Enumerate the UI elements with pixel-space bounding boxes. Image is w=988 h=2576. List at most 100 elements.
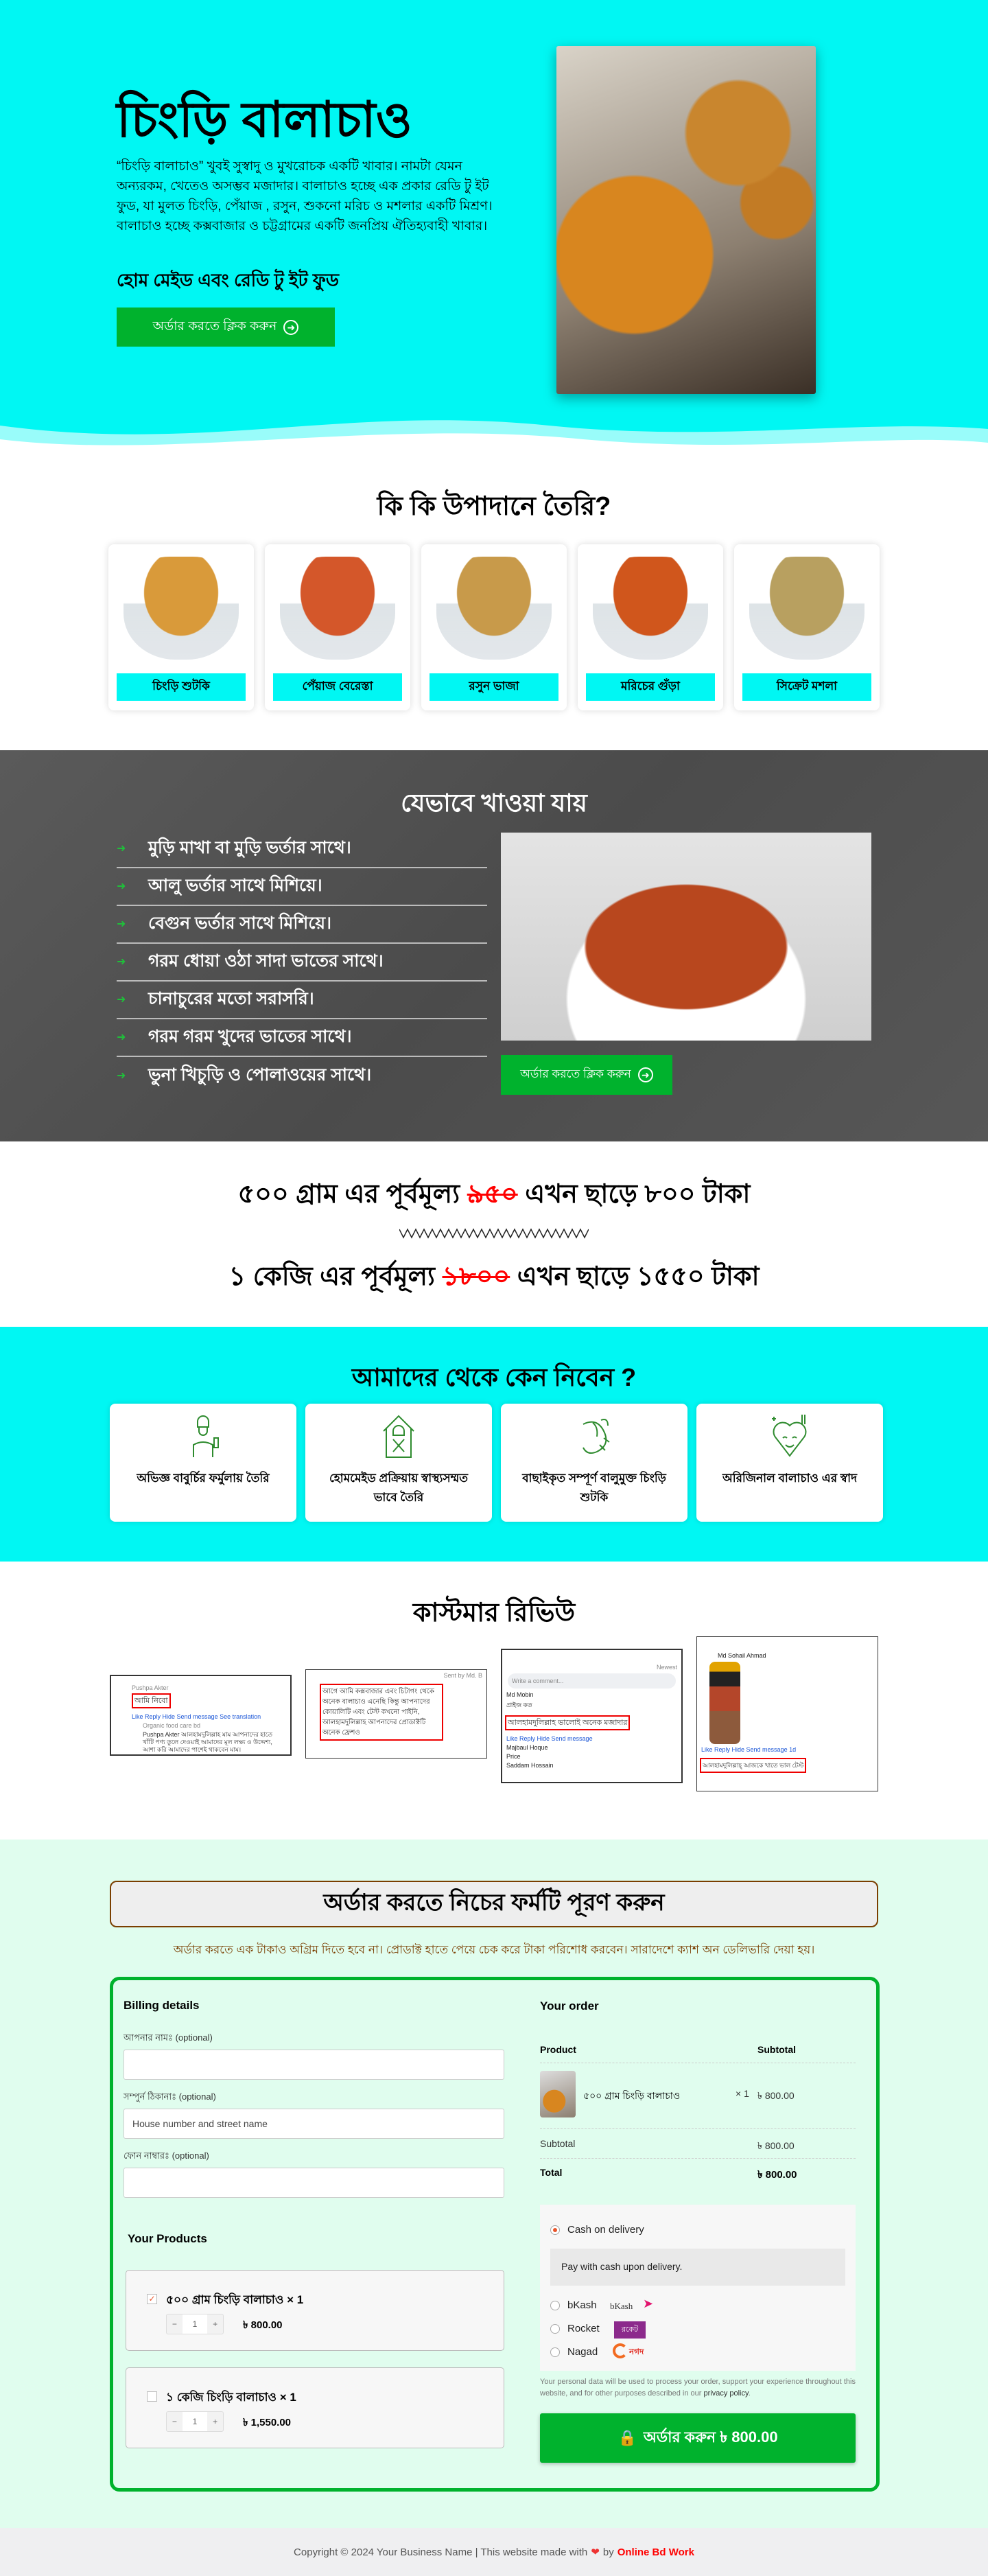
price-label: ৫০০ গ্রাম এর পূর্বমূল্য [237, 1180, 460, 1209]
subtotal-value: ৳ 800.00 [757, 2140, 795, 2151]
cod-label[interactable]: Cash on delivery [567, 2224, 644, 2236]
serving-item: ➜ বেগুন ভর্তার সাথে মিশিয়ে। [117, 906, 487, 944]
product-qty-label: × 1 [287, 2293, 304, 2306]
quantity-stepper[interactable]: −1 + [166, 2314, 224, 2334]
address-input[interactable] [124, 2109, 504, 2139]
subtotal-row: Subtotal ৳ 800.00 [540, 2129, 856, 2159]
review-screenshot-4: Md Sohail Ahmad Like Reply Hide Send mes… [696, 1636, 878, 1791]
serving-item-text: গরম ধোয়া ওঠা সাদা ভাতের সাথে। [148, 951, 384, 971]
ingredient-card: মরিচের গুঁড়া [578, 544, 723, 710]
decrement-button[interactable]: − [167, 2412, 183, 2431]
col-subtotal: Subtotal [757, 2044, 796, 2055]
place-order-button[interactable]: 🔒 অর্ডার করুন ৳ 800.00 [540, 2413, 856, 2463]
ingredient-image [749, 557, 864, 660]
hero-order-label: অর্ডার করতে ক্লিক করুন [152, 318, 277, 334]
product-option-name: ৫০০ গ্রাম চিংড়ি বালাচাও × 1 [166, 2291, 303, 2310]
cod-description: Pay with cash upon delivery. [550, 2249, 845, 2286]
serving-order-button[interactable]: অর্ডার করতে ক্লিক করুন ➜ [501, 1055, 672, 1095]
review-comment-highlight: আলহামদুলিল্লাহ ভালোই অনেক মজাদার [505, 1715, 631, 1730]
quantity-stepper[interactable]: −1 + [166, 2411, 224, 2432]
rocket-label[interactable]: Rocket [567, 2323, 600, 2334]
hero-wave-divider [0, 420, 988, 460]
arrow-bullet-icon: ➜ [117, 1069, 126, 1082]
arrow-circle-right-icon: ➜ [637, 1067, 653, 1082]
quantity-value[interactable]: 1 [182, 2412, 208, 2431]
reviewer-name: Majbaul Hoque [506, 1744, 548, 1751]
arrow-bullet-icon: ➜ [117, 955, 126, 968]
name-input[interactable] [124, 2050, 504, 2080]
heart-taste-icon [772, 1415, 807, 1457]
arrow-circle-right-icon: ➜ [283, 319, 299, 335]
ingredient-image [124, 557, 239, 660]
ingredient-card: সিক্রেট মশলা [734, 544, 880, 710]
quantity-value[interactable]: 1 [182, 2314, 208, 2334]
why-us-card: অরিজিনাল বালাচাও এর স্বাদ [696, 1404, 883, 1522]
product-checkbox[interactable]: ✓ [147, 2294, 157, 2304]
serving-item-text: চানাচুরের মতো সরাসরি। [148, 989, 314, 1008]
reviewer-name: Saddam Hossain [506, 1762, 554, 1769]
review-meta: Sent by Md. B [443, 1672, 482, 1679]
phone-input[interactable] [124, 2168, 504, 2198]
increment-button[interactable]: + [207, 2412, 223, 2431]
order-notice: অর্ডার করতে এক টাকাও অগ্রিম দিতে হবে না।… [173, 1943, 815, 1956]
serving-item-text: মুড়ি মাখা বা মুড়ি ভর্তার সাথে। [148, 838, 351, 857]
radio-nagad[interactable] [550, 2347, 560, 2357]
product-name: ১ কেজি চিংড়ি বালাচাও [166, 2391, 277, 2404]
increment-button[interactable]: + [207, 2314, 223, 2334]
serving-item-text: বেগুন ভর্তার সাথে মিশিয়ে। [148, 914, 332, 933]
optional-tag: (optional) [175, 2032, 213, 2043]
ingredient-image [593, 557, 708, 660]
new-price: ৮০০ টাকা [644, 1180, 751, 1209]
ingredients-title: কি কি উপাদানে তৈরি? [377, 492, 611, 521]
radio-cash-on-delivery[interactable] [550, 2225, 560, 2235]
why-us-text: অভিজ্ঞ বাবুর্চির ফর্মুলায় তৈরি [137, 1472, 270, 1485]
radio-rocket[interactable] [550, 2324, 560, 2334]
footer-by: by [602, 2546, 614, 2558]
field-label-text: সম্পুর্ন ঠিকানাঃ [124, 2091, 177, 2102]
review-actions: Like Reply Hide Send message 1d [701, 1746, 797, 1753]
chef-icon [193, 1415, 219, 1457]
nagad-label[interactable]: Nagad [567, 2346, 598, 2358]
reviews-title: কাস্টমার রিভিউ [412, 1599, 576, 1627]
footer-copyright: Copyright © 2024 Your Business Name | Th… [294, 2546, 588, 2558]
bkash-bird-icon: ➤ [643, 2297, 654, 2310]
field-label-text: ফোন নাম্বারঃ [124, 2150, 169, 2161]
balachao-plate-image [501, 833, 871, 1041]
review-actions: Like Reply Hide Send message [506, 1735, 593, 1742]
footer-brand-link[interactable]: Online Bd Work [618, 2546, 694, 2558]
review-screenshot-3: Newest Write a comment... Md Mobin প্রাই… [501, 1649, 683, 1783]
serving-item: ➜ চানাচুরের মতো সরাসরি। [117, 982, 487, 1019]
name-field-label: আপনার নামঃ (optional) [124, 2032, 213, 2046]
hero-order-button[interactable]: অর্ডার করতে ক্লিক করুন ➜ [117, 308, 335, 347]
decrement-button[interactable]: − [167, 2314, 183, 2334]
ingredient-label: পেঁয়াজ বেরেস্তা [273, 673, 402, 701]
serving-item: ➜ আলু ভর্তার সাথে মিশিয়ে। [117, 868, 487, 906]
nagad-logo: নগদ [629, 2347, 644, 2356]
privacy-notice: Your personal data will be used to proce… [540, 2378, 856, 2398]
total-value: ৳ 800.00 [757, 2169, 797, 2181]
order-item-thumbnail [540, 2071, 576, 2117]
product-name: ৫০০ গ্রাম চিংড়ি বালাচাও [166, 2293, 284, 2306]
order-table-header: Product Subtotal [540, 2039, 856, 2063]
privacy-policy-link[interactable]: privacy policy [703, 2389, 748, 2398]
hero-subtitle: হোম মেইড এবং রেডি টু ইট ফুড [117, 270, 340, 290]
order-item-qty: × 1 [736, 2088, 749, 2099]
billing-title: Billing details [124, 1999, 200, 2012]
subtotal-label: Subtotal [540, 2138, 576, 2149]
address-field-label: সম্পুর্ন ঠিকানাঃ (optional) [124, 2091, 216, 2105]
why-us-text: বাছাইকৃত সম্পূর্ণ বালুমুক্ত চিংড়ি শুটকি [522, 1472, 666, 1504]
bkash-label[interactable]: bKash [567, 2299, 597, 2311]
payment-methods: Cash on delivery Pay with cash upon deli… [540, 2205, 856, 2371]
serving-item: ➜ মুড়ি মাখা বা মুড়ি ভর্তার সাথে। [117, 831, 487, 868]
radio-bkash[interactable] [550, 2301, 560, 2310]
review-comment: Price [506, 1753, 521, 1760]
price-line-1kg: ১ কেজি এর পূর্বমূল্য ১৮০০ এখন ছাড়ে ১৫৫০… [0, 1256, 988, 1300]
price-now-label: এখন ছাড়ে [525, 1180, 637, 1209]
product-price: ৳ 800.00 [243, 2319, 283, 2331]
optional-tag: (optional) [172, 2150, 209, 2161]
product-checkbox[interactable] [147, 2391, 157, 2402]
sort-label: Newest [656, 1664, 677, 1671]
serving-item: ➜ ভুনা খিচুড়ি ও পোলাওয়ের সাথে। [117, 1057, 487, 1095]
arrow-bullet-icon: ➜ [117, 842, 126, 855]
reviewer-name: Pushpa Akter [132, 1684, 169, 1691]
